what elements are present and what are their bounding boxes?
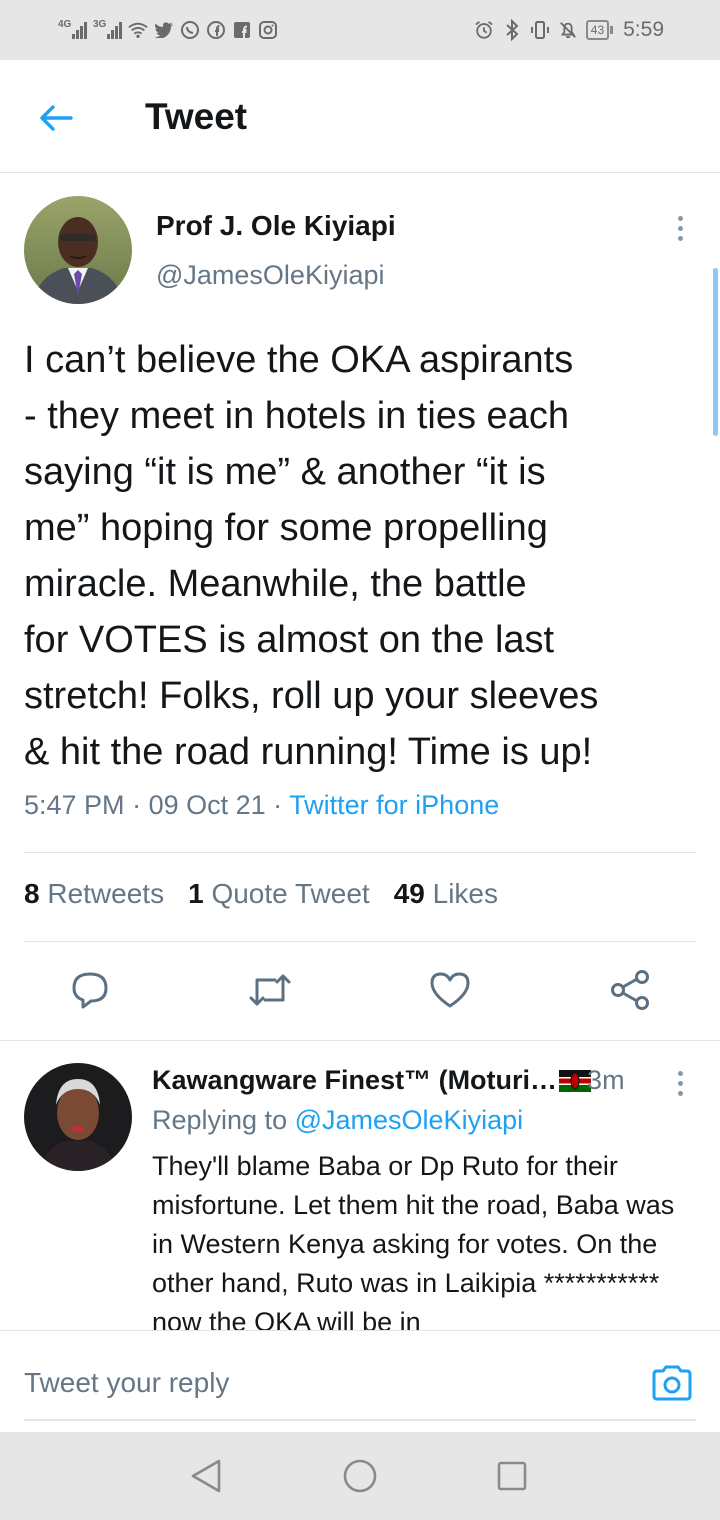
more-dot-icon bbox=[677, 225, 683, 231]
reply-button[interactable] bbox=[66, 966, 114, 1014]
reply-input[interactable]: Tweet your reply bbox=[24, 1367, 229, 1399]
alarm-icon bbox=[474, 20, 494, 40]
quotes-stat[interactable]: 1 Quote Tweet bbox=[188, 878, 370, 910]
tweet-stats: 8 Retweets 1 Quote Tweet 49 Likes bbox=[24, 878, 498, 910]
nav-recents-button[interactable] bbox=[482, 1446, 542, 1506]
signal-icon-2: 3G bbox=[93, 19, 122, 39]
network-type-label-2: 3G bbox=[93, 19, 107, 30]
retweet-button[interactable] bbox=[246, 966, 294, 1014]
likes-count: 49 bbox=[393, 878, 425, 909]
author-avatar[interactable] bbox=[24, 196, 132, 304]
top-bar: Tweet bbox=[0, 60, 720, 173]
share-icon bbox=[611, 970, 649, 1010]
reply-time: 3m bbox=[587, 1065, 625, 1095]
more-dot-icon bbox=[677, 1070, 683, 1076]
reply-avatar[interactable] bbox=[24, 1063, 132, 1171]
like-button[interactable] bbox=[426, 966, 474, 1014]
quotes-count: 1 bbox=[188, 878, 204, 909]
author-handle[interactable]: @JamesOleKiyiapi bbox=[156, 260, 385, 291]
more-dot-icon bbox=[677, 1090, 683, 1096]
facebook-icon bbox=[206, 20, 226, 40]
more-dot-icon bbox=[677, 235, 683, 241]
camera-button[interactable] bbox=[650, 1361, 694, 1405]
compose-underline bbox=[24, 1419, 696, 1421]
quotes-label: Quote Tweet bbox=[211, 878, 370, 909]
arrow-left-icon bbox=[40, 105, 73, 131]
instagram-icon bbox=[258, 20, 278, 40]
reply-icon bbox=[72, 972, 108, 1009]
twitter-icon bbox=[154, 20, 174, 40]
tweet-date: 09 Oct 21 bbox=[148, 790, 266, 820]
divider bbox=[24, 941, 696, 942]
navigation-bar bbox=[0, 1432, 720, 1520]
network-type-label: 4G bbox=[58, 19, 72, 30]
reply-header: Kawangware Finest™ (Moturi… 3m bbox=[152, 1065, 652, 1096]
status-bar: 4G 3G 43 5:59 bbox=[0, 0, 720, 60]
bluetooth-icon bbox=[502, 19, 522, 41]
reply-text: They'll blame Baba or Dp Ruto for their … bbox=[152, 1151, 675, 1331]
replying-mention-link[interactable]: @JamesOleKiyiapi bbox=[295, 1105, 524, 1135]
wifi-icon bbox=[128, 20, 148, 40]
reply-item[interactable]: Kawangware Finest™ (Moturi… 3m Replying … bbox=[0, 1040, 720, 1331]
scroll-indicator[interactable] bbox=[713, 268, 718, 436]
meta-separator: · bbox=[265, 790, 290, 820]
reply-author-name[interactable]: Kawangware Finest™ (Moturi… bbox=[152, 1065, 557, 1096]
reply-more-options-button[interactable] bbox=[666, 1063, 694, 1103]
likes-stat[interactable]: 49 Likes bbox=[394, 878, 498, 910]
tweet-meta: 5:47 PM · 09 Oct 21 · Twitter for iPhone bbox=[24, 790, 499, 821]
likes-label: Likes bbox=[432, 878, 499, 909]
mute-icon bbox=[558, 20, 578, 40]
facebook-square-icon bbox=[232, 20, 252, 40]
vibrate-icon bbox=[530, 20, 550, 40]
more-dot-icon bbox=[677, 1080, 683, 1086]
status-left: 4G 3G bbox=[58, 16, 278, 44]
whatsapp-icon bbox=[180, 20, 200, 40]
tweet-time: 5:47 PM bbox=[24, 790, 125, 820]
status-clock: 5:59 bbox=[623, 18, 664, 41]
more-dot-icon bbox=[677, 215, 683, 221]
meta-separator: · bbox=[124, 790, 149, 820]
nav-home-button[interactable] bbox=[330, 1446, 390, 1506]
retweet-icon bbox=[249, 974, 291, 1006]
square-recents-icon bbox=[497, 1461, 527, 1491]
more-options-button[interactable] bbox=[666, 208, 694, 248]
replying-to: Replying to @JamesOleKiyiapi bbox=[152, 1105, 523, 1136]
divider bbox=[24, 852, 696, 853]
tweet-text: I can’t believe the OKA aspirants - they… bbox=[24, 339, 599, 773]
signal-icon: 4G bbox=[58, 19, 87, 39]
retweets-count: 8 bbox=[24, 878, 40, 909]
author-name[interactable]: Prof J. Ole Kiyiapi bbox=[156, 210, 396, 242]
back-button[interactable] bbox=[34, 96, 78, 140]
battery-icon: 43 bbox=[585, 20, 614, 40]
camera-icon bbox=[652, 1365, 692, 1401]
replying-label: Replying to bbox=[152, 1105, 288, 1135]
like-icon bbox=[430, 972, 470, 1008]
tweet-source-link[interactable]: Twitter for iPhone bbox=[289, 790, 499, 820]
page-title: Tweet bbox=[145, 96, 248, 137]
circle-home-icon bbox=[343, 1459, 377, 1493]
compose-bar: Tweet your reply bbox=[0, 1330, 720, 1433]
retweets-stat[interactable]: 8 Retweets bbox=[24, 878, 164, 910]
nav-back-button[interactable] bbox=[176, 1446, 236, 1506]
status-right: 43 5:59 bbox=[474, 16, 664, 44]
triangle-back-icon bbox=[191, 1459, 221, 1493]
retweets-label: Retweets bbox=[47, 878, 165, 909]
share-button[interactable] bbox=[606, 966, 654, 1014]
